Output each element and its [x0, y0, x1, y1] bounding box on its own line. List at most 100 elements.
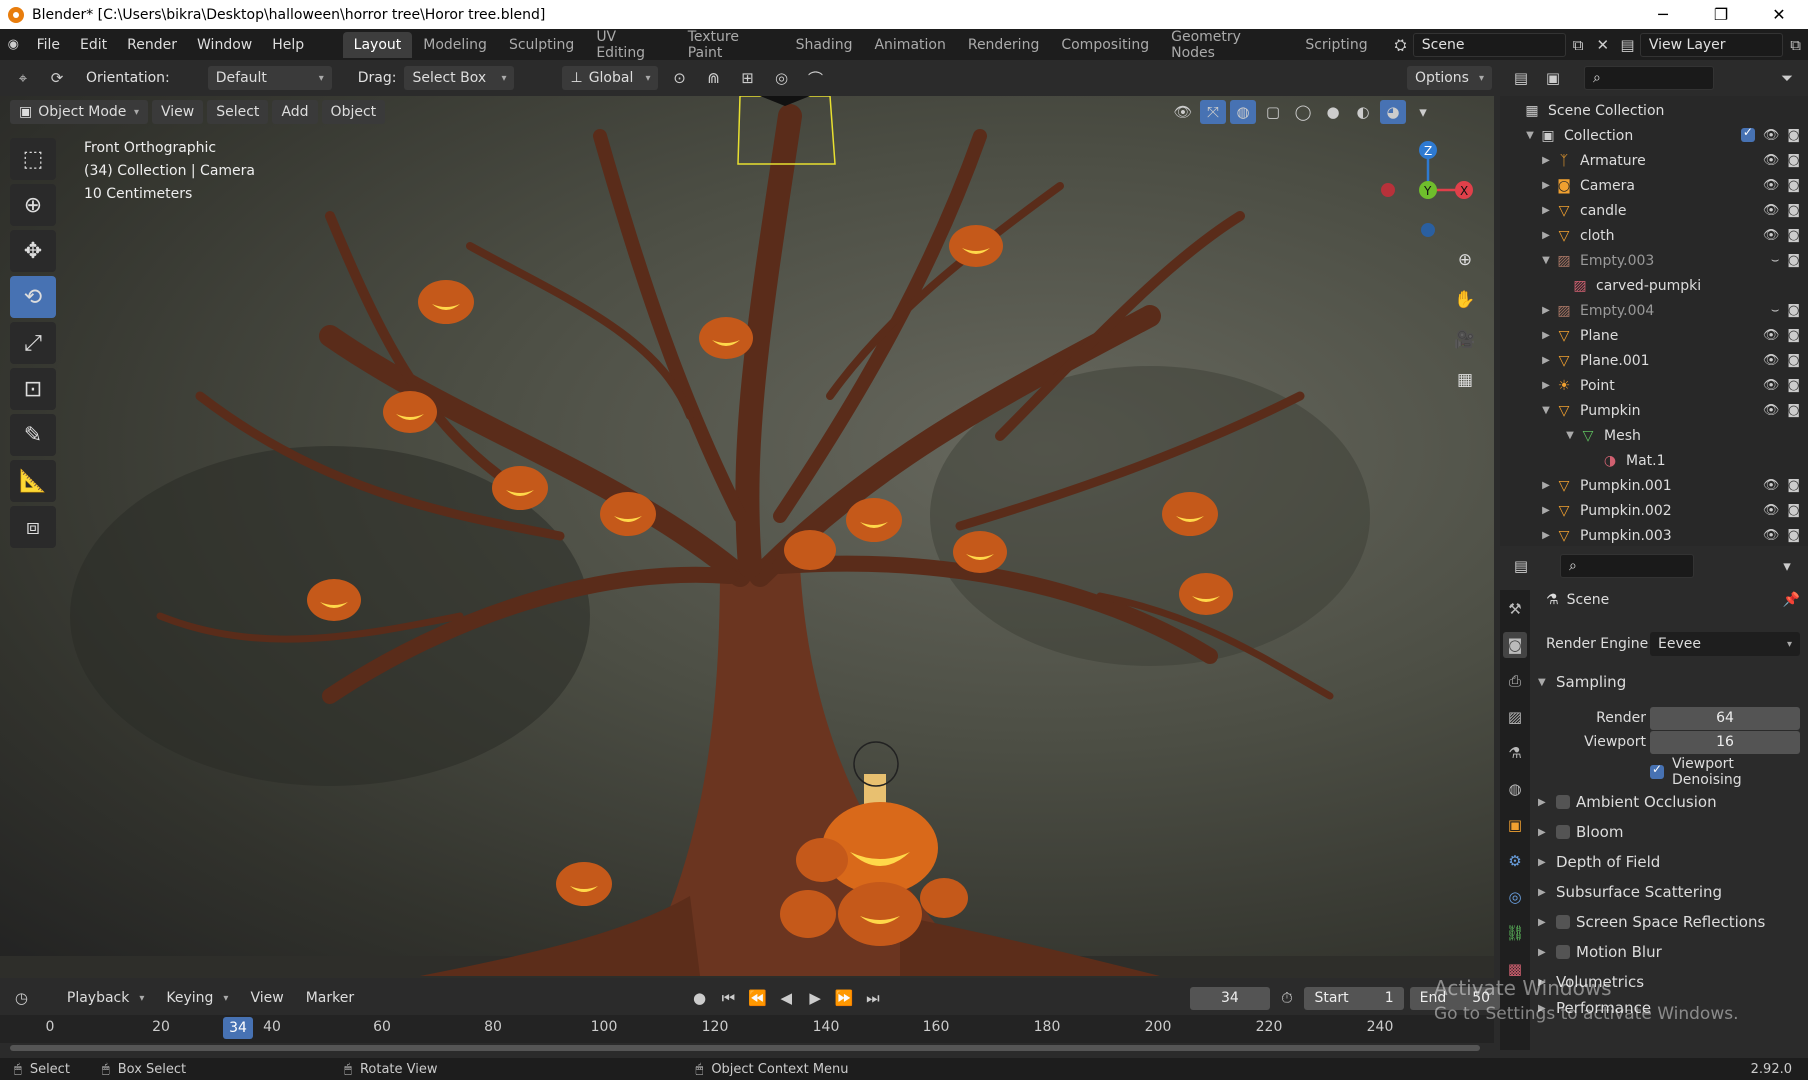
- remove-scene-icon[interactable]: ✕: [1590, 33, 1615, 57]
- item-visibility[interactable]: 👁 ◙: [1763, 503, 1800, 518]
- zoom-icon[interactable]: ⊕: [1450, 246, 1480, 274]
- item-visibility[interactable]: 👁 ◙: [1763, 403, 1800, 418]
- item-visibility[interactable]: 👁 ◙: [1763, 328, 1800, 343]
- restore-button[interactable]: ❐: [1692, 5, 1750, 24]
- timeline-scrollbar[interactable]: [10, 1045, 1480, 1051]
- xray-icon[interactable]: ▢: [1260, 100, 1286, 124]
- view-layer-icon[interactable]: ▤: [1615, 33, 1640, 57]
- viewport-samples-field[interactable]: 16: [1650, 730, 1800, 754]
- expand-arrow-icon[interactable]: ▶: [1538, 887, 1550, 898]
- item-visibility[interactable]: 👁 ◙: [1763, 478, 1800, 493]
- collection-row[interactable]: ▼▣Collection👁◙: [1500, 123, 1808, 148]
- outliner-item-empty-004[interactable]: ▶ ▨ Empty.004 ⌣ ◙: [1500, 298, 1808, 323]
- rotate-tool-icon[interactable]: ⟲: [10, 276, 56, 318]
- subsurface-scattering-section[interactable]: ▶ Subsurface Scattering: [1534, 877, 1808, 907]
- snap-target-icon[interactable]: ⊞: [734, 66, 760, 90]
- outliner-item-pumpkin-001[interactable]: ▶ ▽ Pumpkin.001 👁 ◙: [1500, 473, 1808, 498]
- outliner-item-pumpkin-002[interactable]: ▶ ▽ Pumpkin.002 👁 ◙: [1500, 498, 1808, 523]
- next-keyframe-icon[interactable]: ⏩: [833, 986, 856, 1010]
- outliner-item-armature[interactable]: ▶ ᛉ Armature 👁 ◙: [1500, 148, 1808, 173]
- scene-tab-icon[interactable]: ⚗: [1503, 740, 1527, 766]
- material-shading-icon[interactable]: ◐: [1350, 100, 1376, 124]
- item-visibility[interactable]: 👁 ◙: [1763, 178, 1800, 193]
- filter-icon[interactable]: ⏷: [1774, 66, 1800, 90]
- outliner-item-camera[interactable]: ▶ ◙ Camera 👁 ◙: [1500, 173, 1808, 198]
- expand-arrow-icon[interactable]: ▶: [1538, 180, 1554, 191]
- section-checkbox[interactable]: [1556, 915, 1570, 929]
- eye-icon[interactable]: 👁: [1763, 203, 1780, 218]
- eye-icon[interactable]: 👁: [1763, 503, 1780, 518]
- viewport-menu-add[interactable]: Add: [272, 100, 318, 124]
- camera-icon[interactable]: ◙: [1787, 128, 1800, 143]
- annotate-tool-icon[interactable]: ✎: [10, 414, 56, 456]
- camera-icon[interactable]: ◙: [1787, 403, 1800, 418]
- pan-hand-icon[interactable]: ✋: [1450, 286, 1480, 314]
- shading-options-icon[interactable]: ▾: [1410, 100, 1436, 124]
- pumpkin[interactable]: [796, 838, 848, 882]
- tab-compositing[interactable]: Compositing: [1050, 32, 1160, 58]
- expand-arrow-icon[interactable]: ▶: [1538, 380, 1554, 391]
- eye-icon[interactable]: 👁: [1763, 228, 1780, 243]
- viewport-menu-object[interactable]: Object: [321, 100, 386, 124]
- clock-icon[interactable]: ⏱: [1276, 986, 1299, 1010]
- playback-menu[interactable]: Playback ▾: [59, 986, 153, 1010]
- object-mode-dropdown[interactable]: ▣ Object Mode ▾: [10, 100, 148, 124]
- camera-icon[interactable]: ◙: [1787, 503, 1800, 518]
- close-button[interactable]: ✕: [1750, 5, 1808, 24]
- record-icon[interactable]: ●: [688, 986, 711, 1010]
- bloom-section[interactable]: ▶ Bloom: [1534, 817, 1808, 847]
- timeline-editor-icon[interactable]: ◷: [10, 986, 33, 1010]
- new-view-layer-icon[interactable]: ⧉: [1783, 33, 1808, 57]
- solid-shading-icon[interactable]: ●: [1320, 100, 1346, 124]
- camera-icon[interactable]: ◙: [1787, 378, 1800, 393]
- measure-tool-icon[interactable]: 📐: [10, 460, 56, 502]
- wireframe-shading-icon[interactable]: ◯: [1290, 100, 1316, 124]
- outliner-item-material[interactable]: ◑ Mat.1: [1500, 448, 1808, 473]
- expand-arrow-icon[interactable]: ▼: [1562, 430, 1578, 441]
- tab-layout[interactable]: Layout: [342, 31, 413, 58]
- pumpkin[interactable]: [953, 531, 1007, 573]
- item-visibility[interactable]: 👁 ◙: [1763, 378, 1800, 393]
- render-tab-icon[interactable]: ◙: [1503, 632, 1527, 658]
- transform-tool-icon[interactable]: ⊡: [10, 368, 56, 410]
- tab-animation[interactable]: Animation: [863, 32, 956, 58]
- play-reverse-icon[interactable]: ◀: [775, 986, 798, 1010]
- physics-tab-icon[interactable]: ◎: [1503, 884, 1527, 910]
- falloff-icon[interactable]: ⌒: [802, 66, 828, 90]
- viewport-menu-view[interactable]: View: [152, 100, 204, 124]
- prev-keyframe-icon[interactable]: ⏪: [746, 986, 769, 1010]
- gizmo-neg-x-axis[interactable]: [1381, 183, 1395, 197]
- keying-menu[interactable]: Keying ▾: [158, 986, 236, 1010]
- expand-arrow-icon[interactable]: ▶: [1538, 205, 1554, 216]
- timeline-view-menu[interactable]: View: [242, 986, 291, 1010]
- expand-arrow-icon[interactable]: ▶: [1538, 827, 1550, 838]
- camera-icon[interactable]: ◙: [1787, 203, 1800, 218]
- pumpkin[interactable]: [307, 579, 361, 621]
- pumpkin[interactable]: [838, 882, 922, 946]
- camera-icon[interactable]: ◙: [1787, 178, 1800, 193]
- eye-icon[interactable]: 👁: [1763, 403, 1780, 418]
- motion-blur-section[interactable]: ▶ Motion Blur: [1534, 937, 1808, 967]
- transform-pivot-icon[interactable]: ⟳: [44, 66, 70, 90]
- gizmo-neg-z-axis[interactable]: [1421, 223, 1435, 237]
- eye-icon[interactable]: 👁: [1763, 328, 1780, 343]
- menu-edit[interactable]: Edit: [70, 37, 117, 53]
- expand-arrow-icon[interactable]: ▼: [1538, 405, 1554, 416]
- scale-tool-icon[interactable]: ⤢: [10, 322, 56, 364]
- pumpkin[interactable]: [383, 391, 437, 433]
- item-visibility[interactable]: 👁 ◙: [1763, 228, 1800, 243]
- exclude-checkbox[interactable]: [1740, 125, 1755, 142]
- tab-scripting[interactable]: Scripting: [1294, 32, 1378, 58]
- view-layer-tab-icon[interactable]: ▨: [1503, 704, 1527, 730]
- modifier-tab-icon[interactable]: ⚙: [1503, 848, 1527, 874]
- outliner-editor-icon[interactable]: ▤: [1508, 66, 1534, 90]
- pumpkin[interactable]: [699, 317, 753, 359]
- pumpkin[interactable]: [780, 890, 836, 938]
- pumpkin[interactable]: [846, 498, 902, 542]
- marker-menu[interactable]: Marker: [298, 986, 362, 1010]
- pumpkin[interactable]: [920, 878, 968, 918]
- minimize-button[interactable]: ─: [1634, 5, 1692, 24]
- visibility-icon[interactable]: 👁: [1170, 100, 1196, 124]
- eye-icon[interactable]: 👁: [1763, 528, 1780, 543]
- section-checkbox[interactable]: [1556, 945, 1570, 959]
